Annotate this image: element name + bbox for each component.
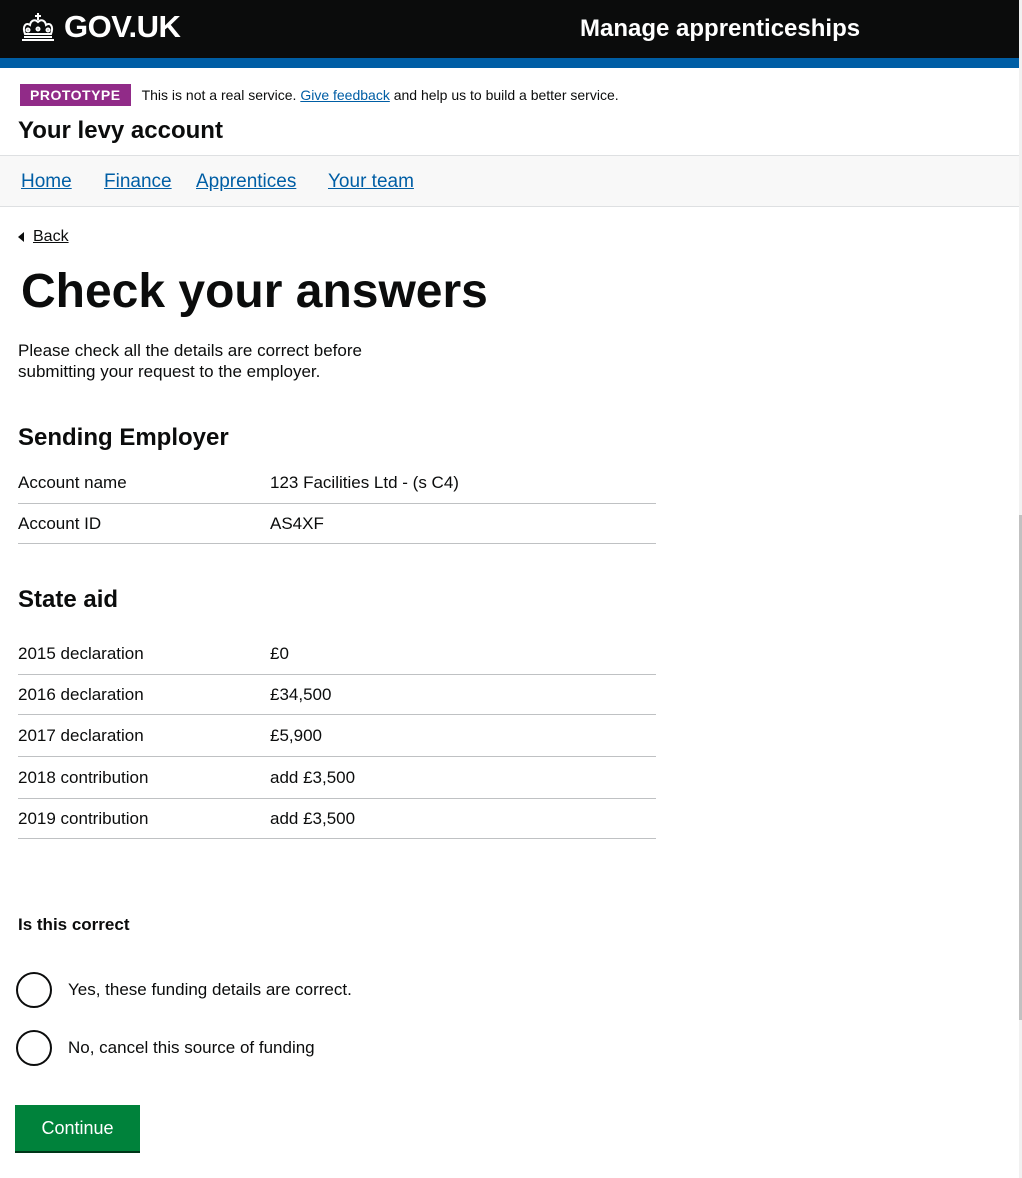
summary-row-2018: 2018 contribution add £3,500 (18, 757, 656, 799)
phase-text-before: This is not a real service. (141, 87, 301, 103)
summary-key: 2018 contribution (18, 767, 149, 787)
back-link[interactable]: Back (18, 228, 69, 246)
govuk-header: GOV.UK Manage apprenticeships (0, 0, 1022, 68)
nav-apprentices[interactable]: Apprentices (196, 171, 296, 193)
back-label: Back (33, 228, 69, 245)
summary-value: £0 (270, 644, 289, 663)
summary-value: add £3,500 (270, 767, 356, 787)
summary-value: £34,500 (270, 684, 332, 704)
back-arrow-icon (18, 232, 24, 242)
govuk-logo[interactable]: GOV.UK (18, 9, 181, 44)
summary-value: add £3,500 (270, 808, 356, 828)
phase-banner-text: This is not a real service. Give feedbac… (142, 87, 619, 103)
radio-label-no: No, cancel this source of funding (68, 1038, 315, 1057)
account-title: Your levy account (18, 117, 223, 144)
summary-key: 2019 contribution (18, 808, 149, 828)
sending-employer-summary: Account name 123 Facilities Ltd - (s C4)… (18, 462, 656, 544)
account-navigation: Home Finance Apprentices Your team (0, 155, 1019, 207)
summary-key: Account ID (18, 513, 102, 533)
summary-row-2016: 2016 declaration £34,500 (18, 675, 656, 715)
nav-finance[interactable]: Finance (104, 171, 172, 193)
state-aid-summary: 2015 declaration £0 2016 declaration £34… (18, 634, 656, 839)
summary-row-2019: 2019 contribution add £3,500 (18, 799, 656, 839)
summary-value: 123 Facilities Ltd - (s C4) (270, 472, 459, 492)
radio-label-yes: Yes, these funding details are correct. (68, 980, 352, 999)
summary-key: 2017 declaration (18, 725, 144, 745)
page-title: Check your answers (21, 265, 488, 318)
give-feedback-link[interactable]: Give feedback (300, 87, 390, 103)
radio-option-no[interactable]: No, cancel this source of funding (16, 1030, 315, 1066)
phase-tag: PROTOTYPE (20, 84, 131, 106)
summary-key: 2015 declaration (18, 644, 144, 663)
crown-icon (22, 13, 54, 41)
radio-button-no[interactable] (16, 1030, 52, 1066)
nav-home[interactable]: Home (21, 171, 72, 193)
intro-text: Please check all the details are correct… (18, 341, 362, 381)
summary-row-2015: 2015 declaration £0 (18, 634, 656, 675)
phase-banner: PROTOTYPE This is not a real service. Gi… (20, 84, 619, 106)
radio-button-yes[interactable] (16, 972, 52, 1008)
summary-row-account-id: Account ID AS4XF (18, 504, 656, 544)
logo-text: GOV.UK (64, 9, 181, 44)
nav-your-team[interactable]: Your team (328, 171, 414, 193)
summary-key: 2016 declaration (18, 684, 144, 704)
summary-row-account-name: Account name 123 Facilities Ltd - (s C4) (18, 462, 656, 504)
summary-value: £5,900 (270, 725, 322, 745)
state-aid-heading: State aid (18, 586, 119, 613)
service-name[interactable]: Manage apprenticeships (580, 14, 860, 44)
continue-button[interactable]: Continue (15, 1105, 140, 1151)
sending-employer-heading: Sending Employer (18, 424, 229, 451)
summary-value: AS4XF (270, 513, 324, 533)
phase-text-after: and help us to build a better service. (389, 87, 619, 103)
radio-option-yes[interactable]: Yes, these funding details are correct. (16, 972, 352, 1008)
summary-key: Account name (18, 472, 127, 492)
summary-row-2017: 2017 declaration £5,900 (18, 715, 656, 757)
question-label: Is this correct (18, 915, 130, 934)
